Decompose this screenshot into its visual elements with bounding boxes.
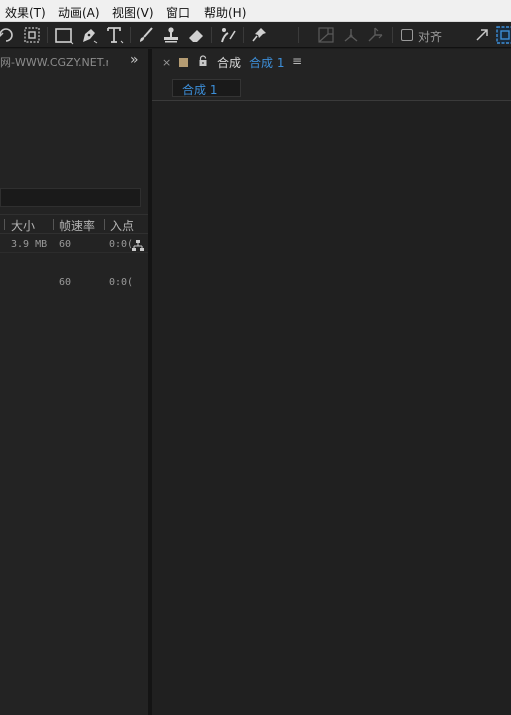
list-item[interactable]: 60 0:0(: [0, 274, 148, 293]
eraser-tool-icon[interactable]: [186, 25, 206, 45]
axis-world-icon[interactable]: [341, 25, 361, 45]
composition-name[interactable]: 合成 1: [249, 54, 284, 71]
roto-brush-tool-icon[interactable]: [218, 25, 238, 45]
rotate-tool-icon[interactable]: [0, 25, 16, 45]
item-fps: 60: [59, 239, 72, 250]
brush-tool-icon[interactable]: [136, 25, 156, 45]
axis-local-icon[interactable]: [316, 25, 336, 45]
composition-panel-label: 合成: [217, 56, 242, 70]
rectangle-tool-icon[interactable]: [54, 25, 74, 45]
column-in-point[interactable]: 入点: [110, 217, 134, 234]
menu-animation[interactable]: 动画(A): [58, 4, 100, 21]
item-size: 3.9 MB: [11, 239, 48, 250]
item-in-point: 0:0(: [109, 277, 134, 288]
project-search-input[interactable]: [0, 188, 141, 207]
composition-panel: × 合成 合成 1 ≡ 合成 1: [152, 49, 511, 715]
expand-icon[interactable]: [472, 25, 492, 45]
composition-viewer[interactable]: [152, 101, 511, 715]
project-panel: 网-WWW.CGZY.NET.m » 大小 帧速率 入点 3.9 MB 60 0…: [0, 49, 148, 715]
column-frame-rate[interactable]: 帧速率: [59, 217, 95, 234]
flowchart-icon[interactable]: [131, 239, 145, 253]
type-tool-icon[interactable]: [105, 25, 125, 45]
menu-bar: 效果(T) 动画(A) 视图(V) 窗口 帮助(H): [0, 0, 511, 22]
toolbar: 对齐: [0, 22, 511, 48]
menu-window[interactable]: 窗口: [166, 4, 190, 21]
menu-view[interactable]: 视图(V): [112, 4, 154, 21]
row-divider: [0, 252, 148, 253]
column-size[interactable]: 大小: [11, 217, 35, 234]
pen-tool-icon[interactable]: [79, 25, 99, 45]
project-panel-title: 网-WWW.CGZY.NET.m: [0, 56, 108, 69]
workspace-icon[interactable]: [495, 25, 511, 45]
column-header: 大小 帧速率 入点: [0, 214, 148, 234]
item-in-point: 0:0(: [109, 239, 134, 250]
puppet-pin-tool-icon[interactable]: [250, 25, 270, 45]
menu-effects[interactable]: 效果(T): [5, 4, 46, 21]
camera-orbit-tool-icon[interactable]: [22, 25, 42, 45]
clone-stamp-tool-icon[interactable]: [161, 25, 181, 45]
snap-label: 对齐: [418, 30, 443, 44]
snap-checkbox[interactable]: [401, 29, 413, 41]
close-icon[interactable]: ×: [162, 56, 171, 69]
tab-composition[interactable]: 合成 1: [172, 79, 241, 97]
lock-icon[interactable]: [197, 55, 209, 67]
panel-menu-icon[interactable]: ≡: [292, 54, 302, 68]
composition-color-swatch: [179, 58, 188, 67]
item-fps: 60: [59, 277, 72, 288]
menu-help[interactable]: 帮助(H): [204, 4, 246, 21]
axis-view-icon[interactable]: [365, 25, 385, 45]
panel-expand-icon[interactable]: »: [130, 52, 139, 68]
